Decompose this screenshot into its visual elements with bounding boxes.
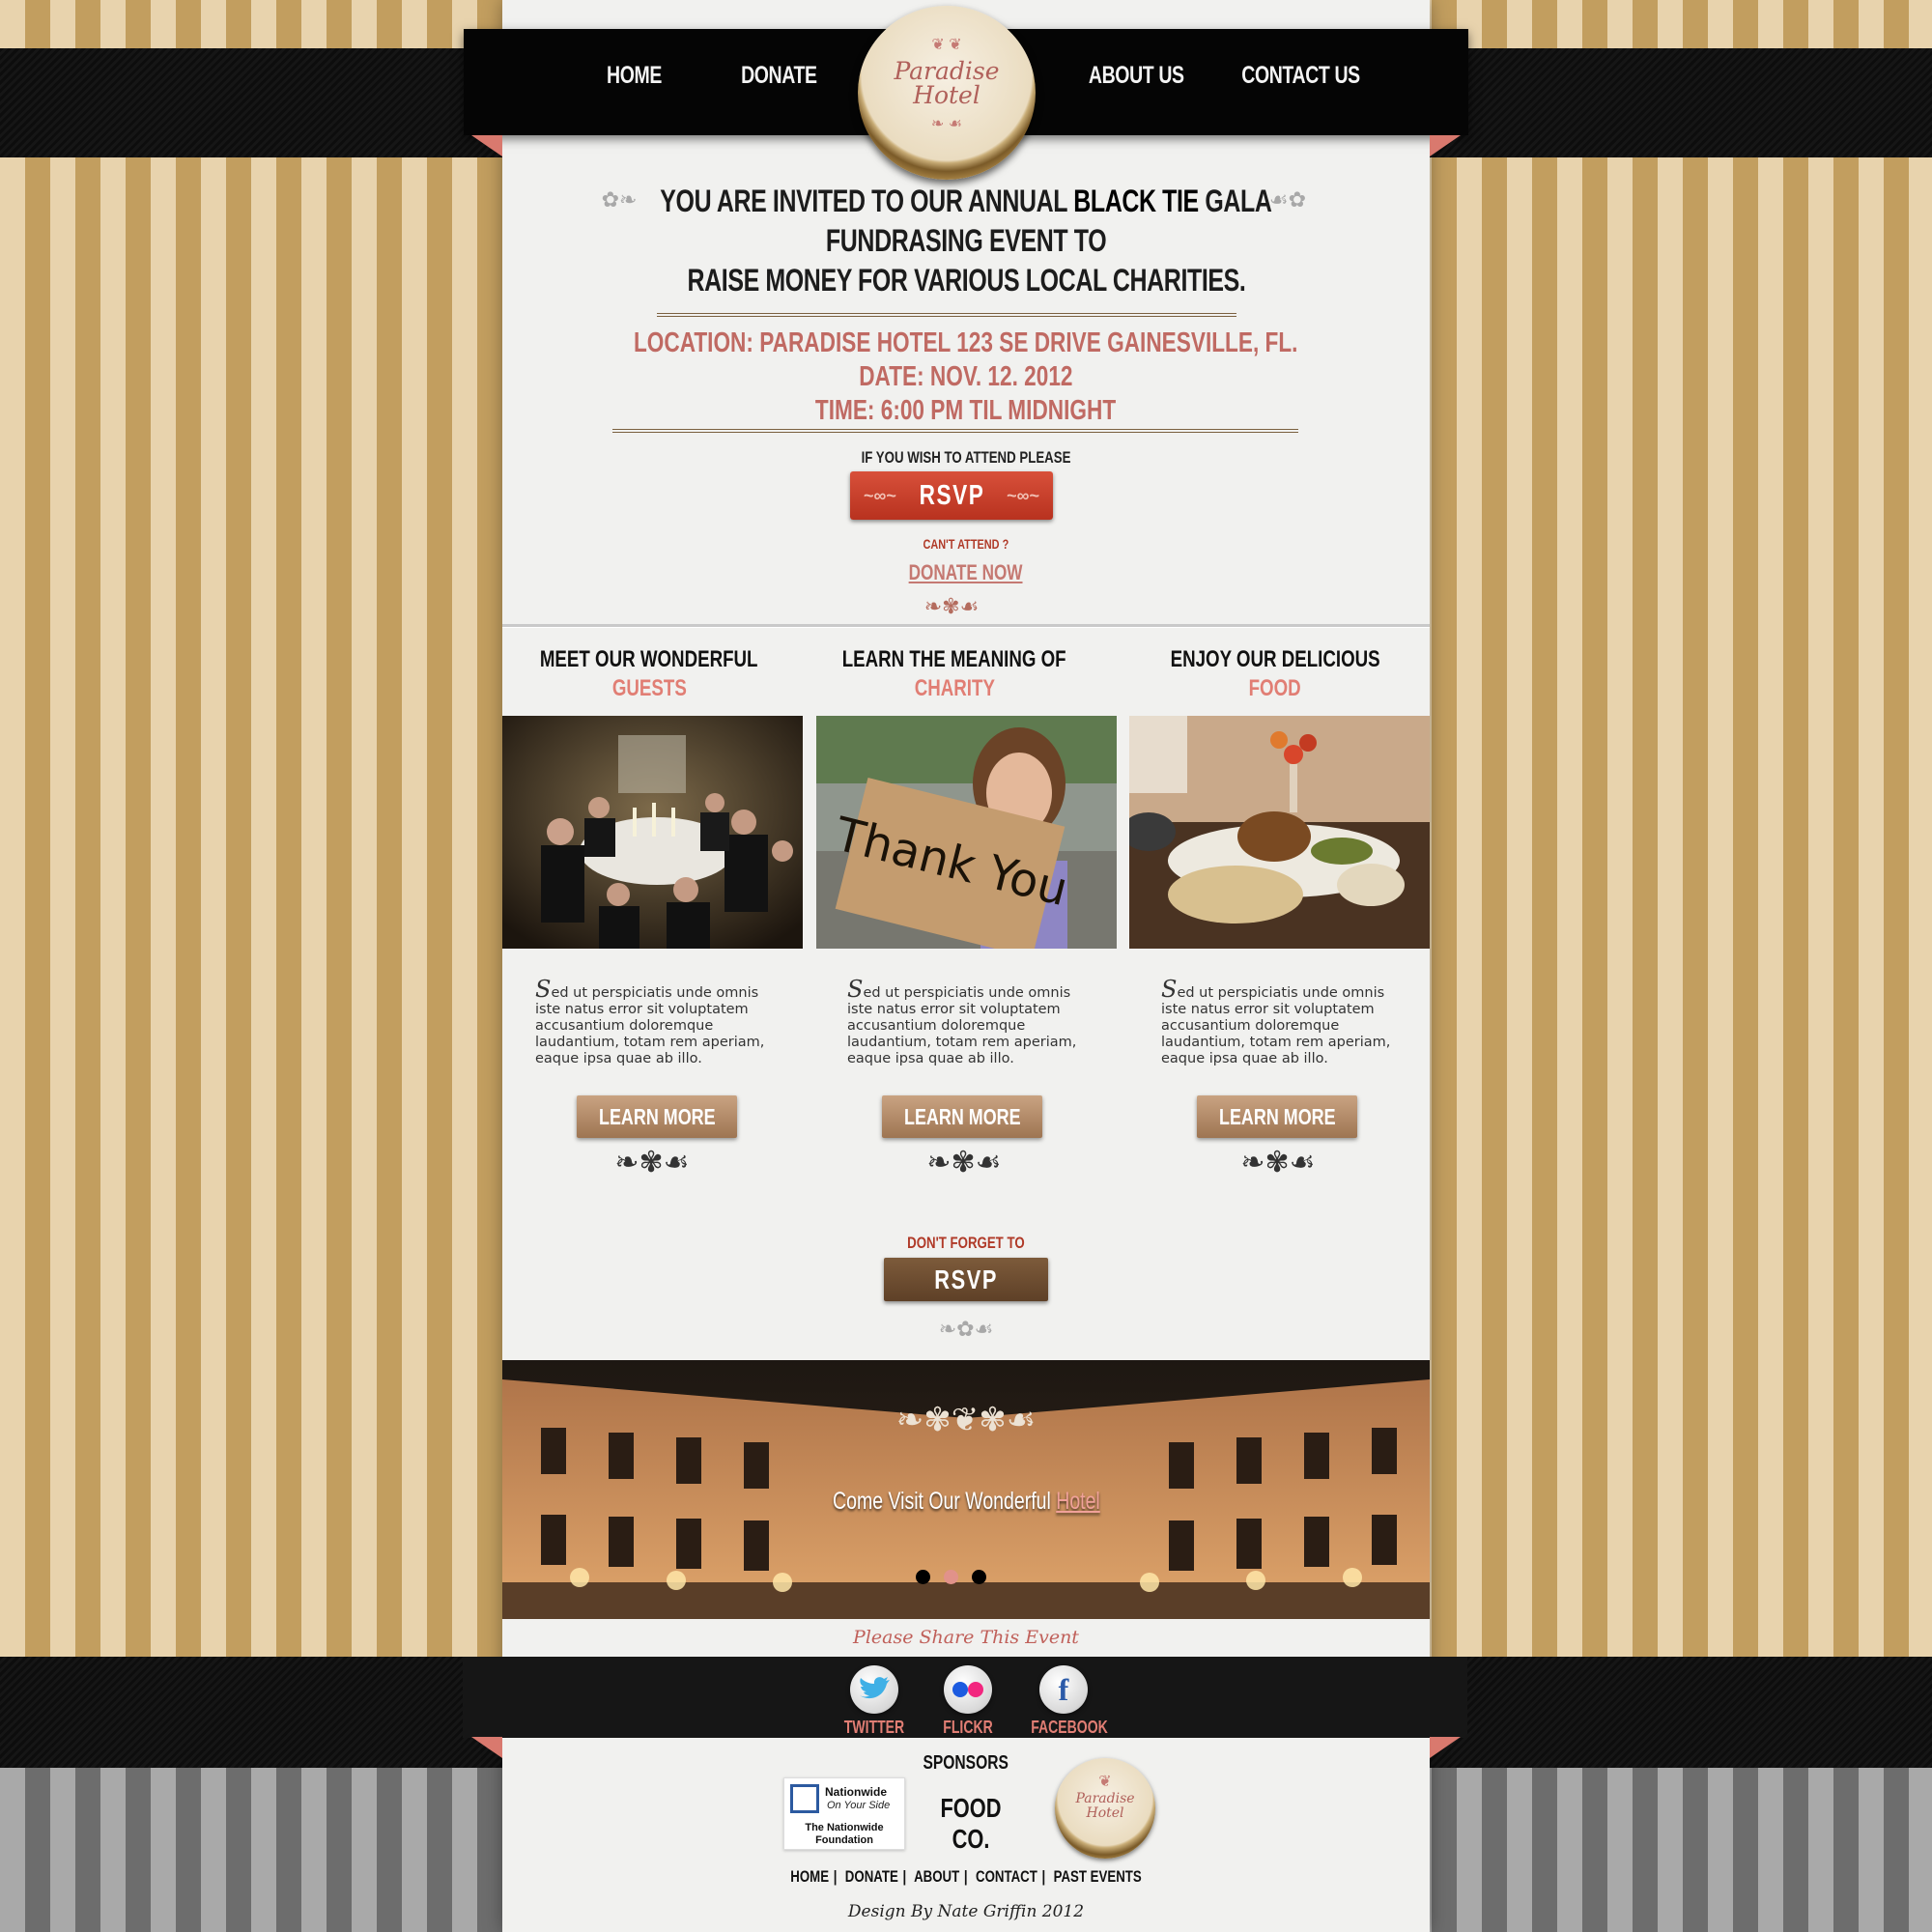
paradise-hotel-logo-small[interactable]: ❦ Paradise Hotel <box>1055 1758 1155 1859</box>
food-co-sponsor-logo[interactable]: FOOD CO. <box>923 1793 1019 1855</box>
guests-title-line-2: GUESTS <box>611 675 687 701</box>
column-text-charity: Sed ut perspiciatis unde omnis iste natu… <box>847 976 1077 1066</box>
slider-dot-3[interactable] <box>972 1570 986 1584</box>
facebook-icon: f <box>1039 1665 1088 1714</box>
ribbon-fold-left <box>471 135 502 156</box>
ribbon-fold-right <box>1430 135 1461 156</box>
design-credit: Design By Nate Griffin 2012 <box>847 1902 1085 1921</box>
facebook-label: FACEBOOK <box>1031 1718 1108 1737</box>
cant-attend-label: CAN'T ATTEND ? <box>923 536 1009 552</box>
nav-about-us[interactable]: ABOUT US <box>1089 62 1184 90</box>
event-date: DATE: NOV. 12. 2012 <box>859 361 1073 392</box>
headline-black-tie: BLACK TIE <box>1073 184 1199 218</box>
thank-you-sign-photo: Thank You <box>816 716 1117 949</box>
footer-nav: HOME | DONATE | ABOUT | CONTACT | PAST EVENT… <box>790 1867 1142 1886</box>
headline-part-a: YOU ARE INVITED TO OUR ANNUAL <box>660 184 1074 218</box>
flourish-ornament-icon: ❧✾☙ <box>614 1147 690 1179</box>
donate-now-wrap: DONATE NOW <box>502 560 1430 585</box>
ribbon-fold-left <box>471 1737 502 1758</box>
learn-more-food-button[interactable]: LEARN MORE <box>1197 1095 1357 1138</box>
logo-ornament-icon: ❦ <box>1098 1774 1112 1790</box>
column-text-guests: Sed ut perspiciatis unde omnis iste natu… <box>535 976 765 1066</box>
flourish-ornament-icon: ❧✾☙ <box>923 594 980 618</box>
donate-now-link[interactable]: DONATE NOW <box>909 560 1023 585</box>
banner-hotel-link[interactable]: Hotel <box>1056 1488 1100 1515</box>
logo-small-line-2: Hotel <box>1086 1805 1124 1821</box>
event-location: LOCATION: PARADISE HOTEL 123 SE DRIVE GA… <box>634 327 1298 358</box>
event-time: TIME: 6:00 PM TIL MIDNIGHT <box>815 395 1117 426</box>
nav-home[interactable]: HOME <box>607 62 662 90</box>
headline-line-3: RAISE MONEY FOR VARIOUS LOCAL CHARITIES. <box>687 263 1245 298</box>
headline-line-2: FUNDRASING EVENT TO <box>825 223 1107 258</box>
flourish-ornament-icon: ❧✾☙ <box>926 1147 1002 1179</box>
learn-more-guests-button[interactable]: LEARN MORE <box>577 1095 737 1138</box>
event-details: LOCATION: PARADISE HOTEL 123 SE DRIVE GA… <box>502 327 1430 428</box>
buffet-food-photo <box>1129 716 1430 949</box>
divider-rule <box>612 429 1298 433</box>
footer-link-past-events[interactable]: PAST EVENTS <box>1054 1867 1142 1886</box>
flickr-icon <box>944 1665 992 1714</box>
logo-ornament-top-icon: ❦ ❦ <box>931 37 962 53</box>
dont-forget-label: DON'T FORGET TO <box>907 1234 1025 1252</box>
nationwide-mark-icon <box>790 1784 819 1813</box>
footer-link-contact[interactable]: CONTACT <box>976 1867 1037 1886</box>
flickr-label: FLICKR <box>943 1718 993 1737</box>
logo-small-line-1: Paradise <box>1075 1791 1135 1806</box>
food-title-line-1: ENJOY OUR DELICIOUS <box>1170 646 1380 672</box>
column-title-food: ENJOY OUR DELICIOUS FOOD <box>1125 645 1425 703</box>
rsvp-button[interactable]: ~∞~ RSVP ~∞~ <box>850 471 1053 520</box>
rsvp-prompt: IF YOU WISH TO ATTEND PLEASE <box>861 448 1071 467</box>
slider-dot-2[interactable] <box>944 1570 958 1584</box>
twitter-label: TWITTER <box>843 1718 905 1737</box>
share-label: Please Share This Event <box>853 1627 1079 1648</box>
nationwide-foundation: The Nationwide Foundation <box>805 1822 884 1846</box>
charity-title-line-2: CHARITY <box>914 675 995 701</box>
gala-guests-photo <box>502 716 803 949</box>
column-title-charity: LEARN THE MEANING OF CHARITY <box>805 645 1104 703</box>
logo-ornament-bottom-icon: ❧ ☙ <box>930 116 963 132</box>
nationwide-tagline: On Your Side <box>827 1800 891 1811</box>
invitation-headline: YOU ARE INVITED TO OUR ANNUAL BLACK TIE … <box>502 182 1430 300</box>
slider-dot-1[interactable] <box>916 1570 930 1584</box>
banner-caption-text: Come Visit Our Wonderful <box>832 1488 1056 1515</box>
banner-ornament-icon: ❧✾❦✾☙ <box>895 1402 1037 1438</box>
column-title-guests: MEET OUR WONDERFUL GUESTS <box>499 645 799 703</box>
share-twitter[interactable]: TWITTER <box>831 1665 918 1738</box>
charity-title-line-1: LEARN THE MEANING OF <box>842 646 1066 672</box>
flourish-ornament-icon: ❧✿☙ <box>938 1317 994 1341</box>
footer-link-about[interactable]: ABOUT <box>914 1867 959 1886</box>
guests-title-line-1: MEET OUR WONDERFUL <box>540 646 758 672</box>
headline-part-c: GALA <box>1198 184 1272 218</box>
column-text-food: Sed ut perspiciatis unde omnis iste natu… <box>1161 976 1391 1066</box>
swirl-left-icon: ~∞~ <box>864 486 896 505</box>
footer-link-home[interactable]: HOME <box>790 1867 829 1886</box>
flourish-ornament-icon: ❧✾☙ <box>1240 1147 1316 1179</box>
footer-link-donate[interactable]: DONATE <box>845 1867 898 1886</box>
logo-text: Paradise Hotel <box>858 59 1036 107</box>
logo-text-small: Paradise Hotel <box>1055 1792 1155 1821</box>
section-divider <box>502 624 1430 627</box>
banner-caption: Come Visit Our Wonderful Hotel <box>0 1488 1932 1516</box>
paradise-hotel-logo[interactable]: ❦ ❦ Paradise Hotel ❧ ☙ <box>858 6 1036 180</box>
ribbon-fold-right <box>1430 1737 1461 1758</box>
food-title-line-2: FOOD <box>1248 675 1302 701</box>
rsvp-button-label: RSVP <box>919 480 984 511</box>
share-flickr[interactable]: FLICKR <box>924 1665 1011 1738</box>
sponsors-title: SPONSORS <box>923 1752 1009 1774</box>
swirl-right-icon: ~∞~ <box>1007 486 1039 505</box>
share-facebook[interactable]: f FACEBOOK <box>1020 1665 1108 1738</box>
nav-donate[interactable]: DONATE <box>741 62 817 90</box>
learn-more-charity-button[interactable]: LEARN MORE <box>882 1095 1042 1138</box>
divider-rule <box>657 313 1236 317</box>
nationwide-sponsor-logo[interactable]: Nationwide On Your Side The Nationwide F… <box>783 1777 905 1850</box>
nationwide-name: Nationwide <box>825 1785 888 1799</box>
rsvp-button-secondary[interactable]: RSVP <box>884 1258 1048 1301</box>
nav-contact-us[interactable]: CONTACT US <box>1241 62 1360 90</box>
twitter-icon <box>850 1665 898 1714</box>
logo-line-2: Hotel <box>913 81 980 109</box>
logo-line-1: Paradise <box>894 57 1000 85</box>
